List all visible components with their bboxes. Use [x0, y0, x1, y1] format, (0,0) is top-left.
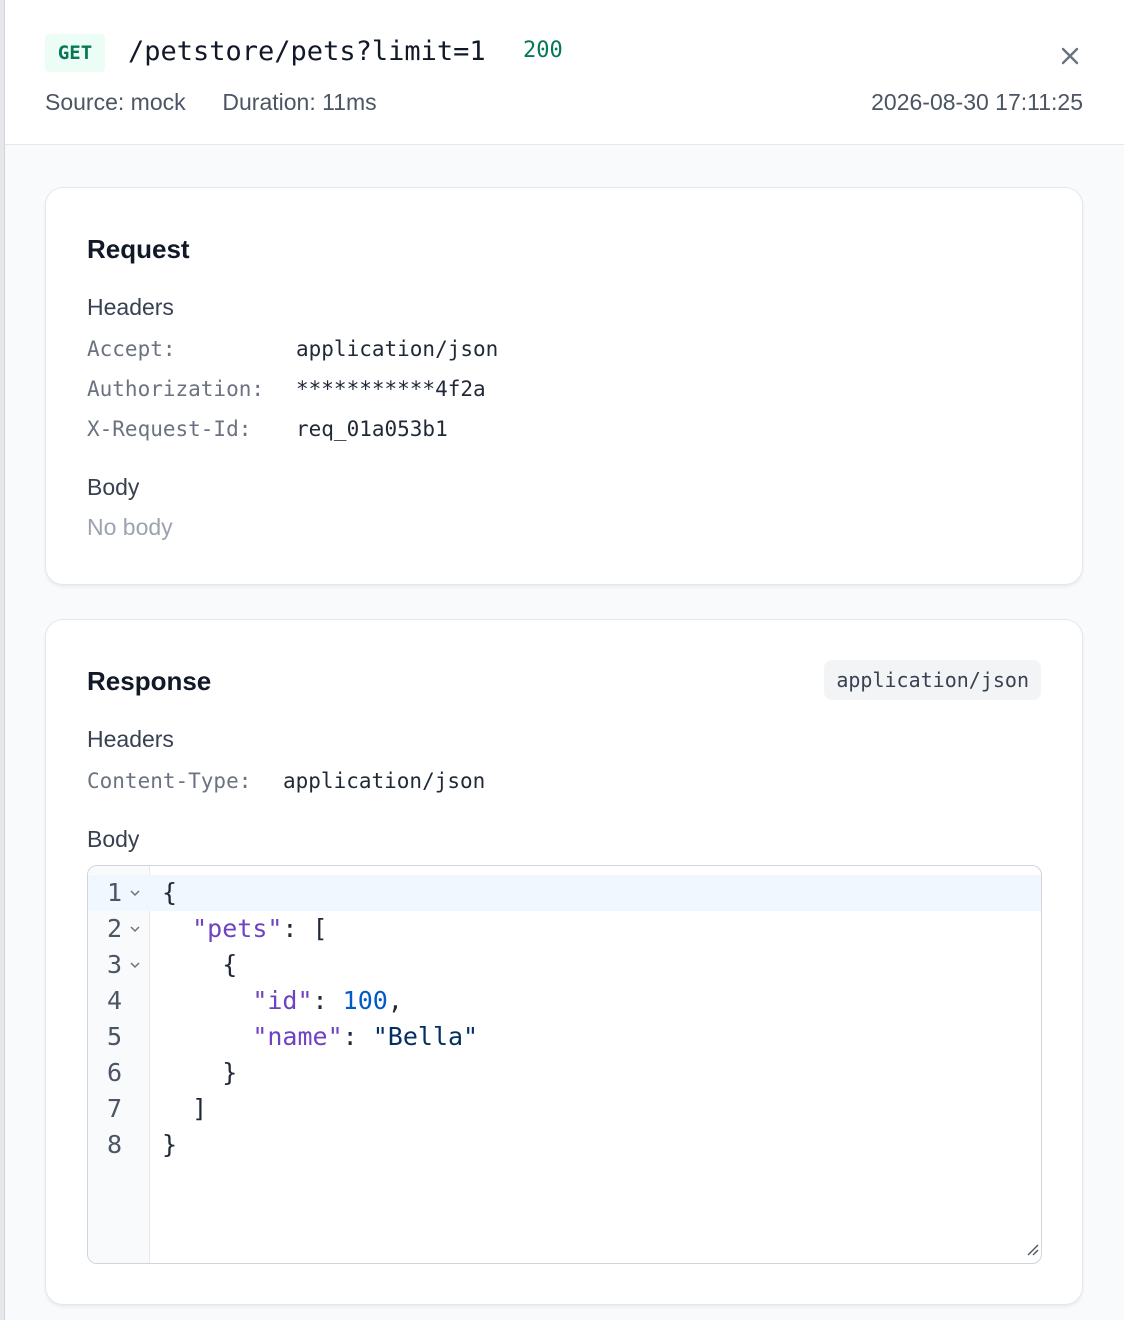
detail-header: GET /petstore/pets?limit=1 200 Source: m…	[5, 0, 1124, 145]
resize-grip-icon[interactable]	[1025, 1242, 1039, 1261]
header-value: application/json	[296, 337, 499, 361]
code-text: ]	[192, 1094, 208, 1123]
line-number: 6	[106, 1058, 122, 1087]
close-icon	[1061, 47, 1079, 65]
request-meta: Source: mock Duration: 11ms	[45, 89, 377, 116]
header-key: Accept:	[87, 337, 176, 361]
request-card: Request Headers Accept: application/json…	[45, 187, 1083, 585]
line-number: 2	[106, 914, 122, 943]
response-card: Response application/json Headers Conten…	[45, 619, 1083, 1305]
header-key: Content-Type:	[87, 769, 252, 793]
code-line: 3 {	[88, 947, 1041, 983]
code-text: }	[162, 1130, 178, 1159]
source-value: mock	[130, 89, 186, 115]
response-body-label: Body	[87, 826, 140, 852]
chevron-down-icon[interactable]	[129, 949, 141, 985]
content-type-badge: application/json	[824, 660, 1041, 700]
timestamp: 2026-08-30 17:11:25	[871, 89, 1083, 115]
chevron-down-icon[interactable]	[129, 913, 141, 949]
code-text: {	[222, 950, 238, 979]
code-text: "id": 100,	[252, 986, 403, 1015]
request-headers-label: Headers	[87, 294, 174, 320]
backdrop-edge	[0, 0, 5, 1320]
header-key: X-Request-Id:	[87, 417, 252, 441]
header-value: ***********4f2a	[296, 377, 486, 401]
source-label: Source:	[45, 89, 125, 115]
line-number: 7	[106, 1094, 122, 1123]
header-key: Authorization:	[87, 377, 265, 401]
line-number: 5	[106, 1022, 122, 1051]
code-text: "pets": [	[192, 914, 328, 943]
line-number: 4	[106, 986, 122, 1015]
method-badge: GET	[45, 34, 105, 72]
code-line: 2 "pets": [	[88, 911, 1041, 947]
json-code-editor[interactable]: 1 { 2 "pets": [ 3 { 4 "id": 100, 5 "name…	[87, 865, 1042, 1264]
line-number: 3	[106, 950, 122, 979]
code-line: 1 {	[88, 875, 1041, 911]
request-body-empty: No body	[87, 514, 173, 540]
chevron-down-icon[interactable]	[129, 877, 141, 913]
code-line: 7 ]	[88, 1091, 1041, 1127]
duration-label: Duration:	[222, 89, 316, 115]
status-code: 200	[523, 38, 563, 63]
header-value: req_01a053b1	[296, 417, 448, 441]
code-line: 8 }	[88, 1127, 1041, 1163]
response-headers-label: Headers	[87, 726, 174, 752]
code-text: }	[222, 1058, 238, 1087]
code-line: 6 }	[88, 1055, 1041, 1091]
code-text: "name": "Bella"	[252, 1022, 479, 1051]
close-button[interactable]	[1054, 40, 1086, 72]
line-number: 8	[106, 1130, 122, 1159]
duration-value: 11ms	[322, 89, 377, 115]
request-body-label: Body	[87, 474, 140, 500]
code-text: {	[162, 878, 178, 907]
header-value: application/json	[283, 769, 486, 793]
code-line: 4 "id": 100,	[88, 983, 1041, 1019]
line-number: 1	[106, 878, 122, 907]
request-title: Request	[87, 234, 190, 264]
code-line: 5 "name": "Bella"	[88, 1019, 1041, 1055]
response-title: Response	[87, 666, 212, 696]
request-path: /petstore/pets?limit=1	[128, 36, 486, 67]
